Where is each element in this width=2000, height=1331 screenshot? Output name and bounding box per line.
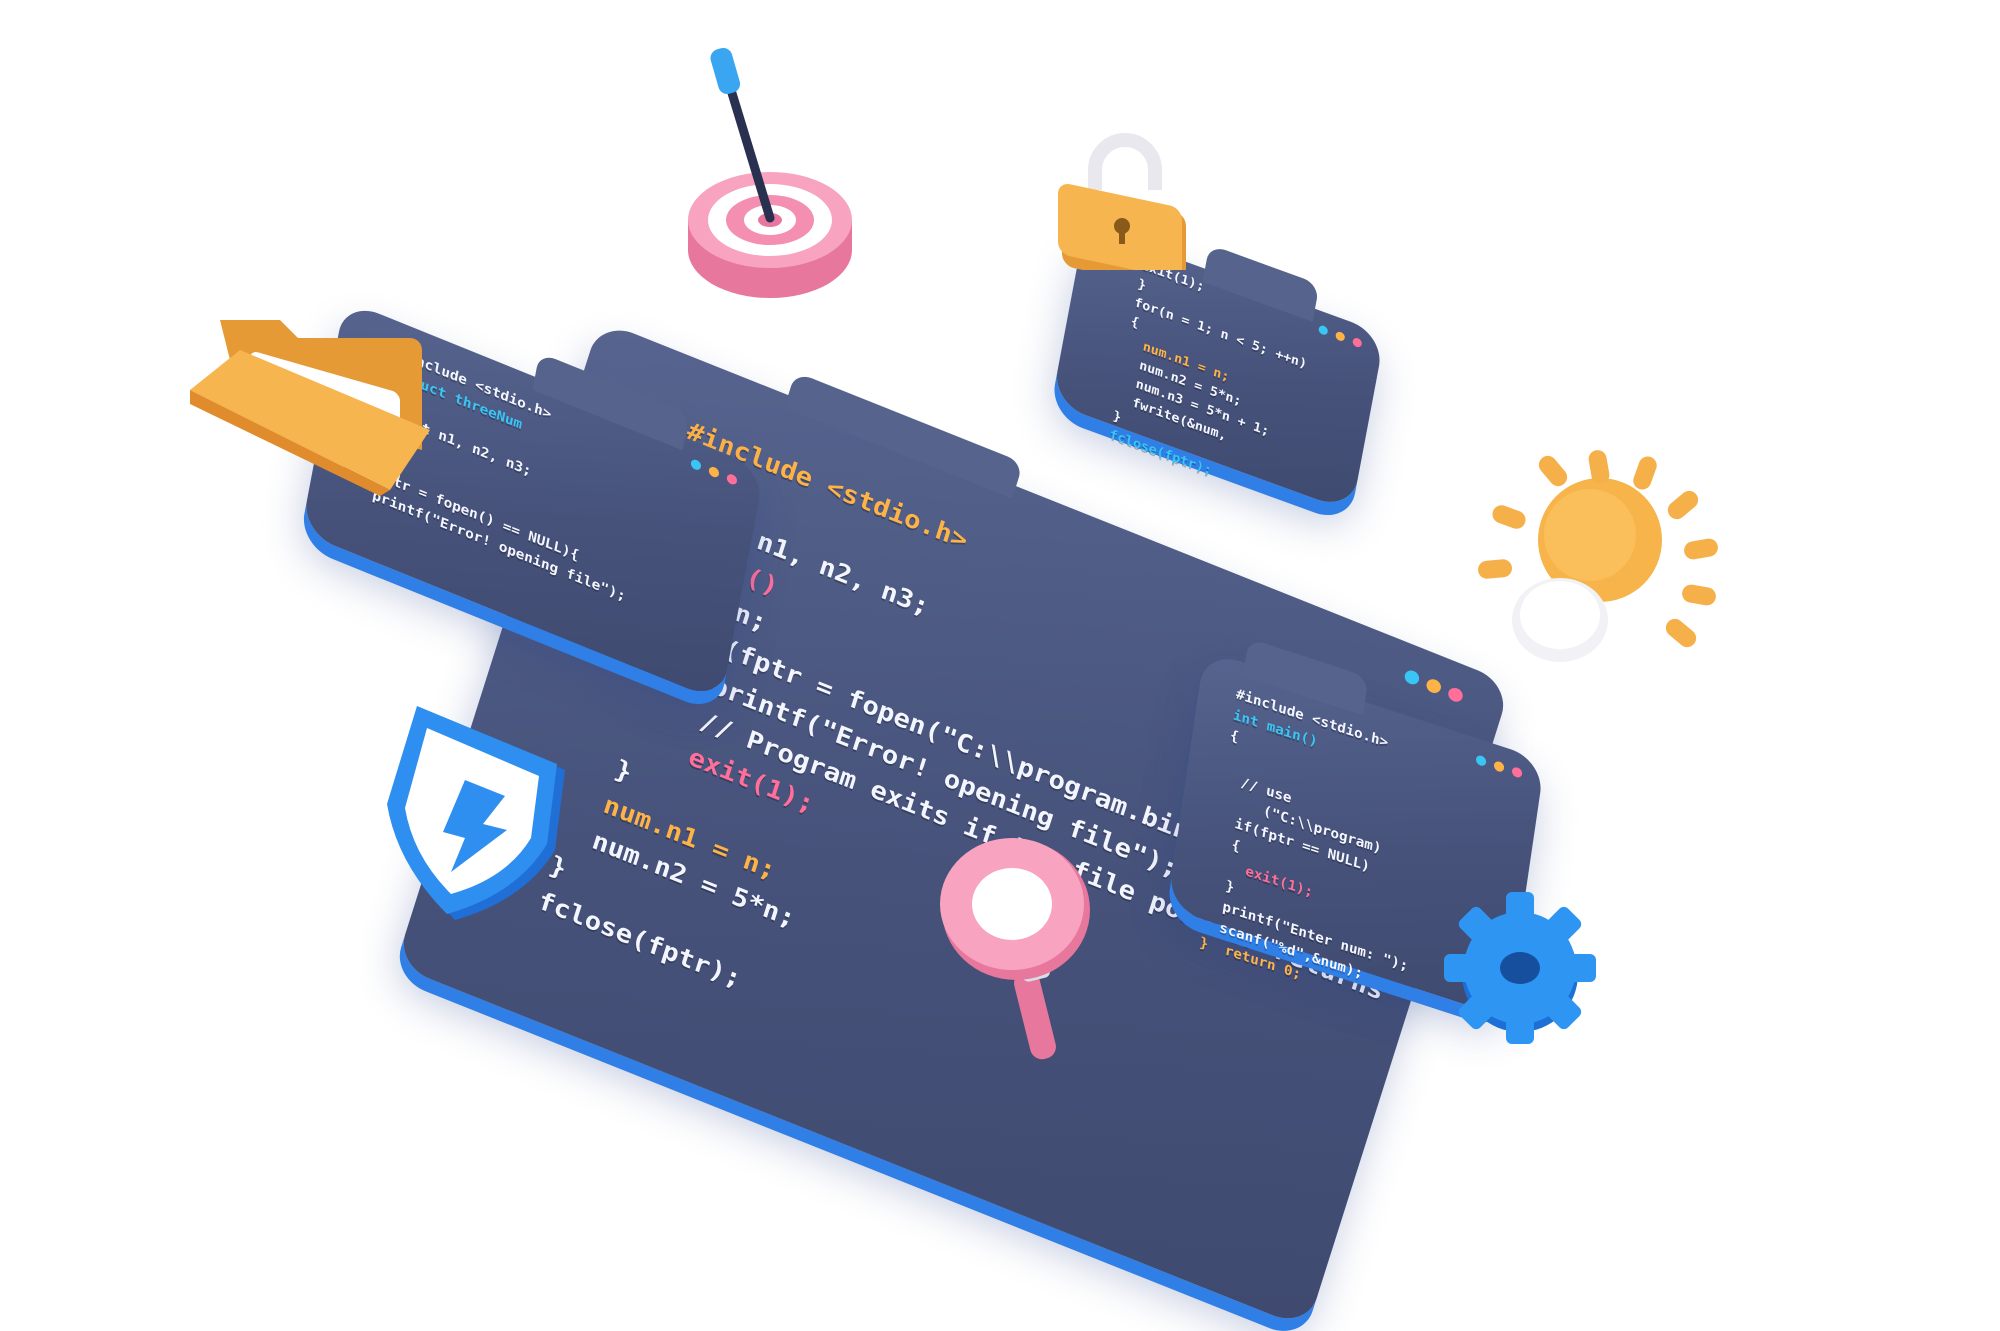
shield-icon — [387, 706, 565, 920]
target-icon — [688, 47, 852, 298]
gear-icon — [1444, 892, 1596, 1044]
window-controls — [1475, 754, 1523, 779]
magnifier-icon — [940, 838, 1090, 1060]
lightbulb-icon — [1478, 450, 1718, 662]
illustration-scene: #include <stdio.h>{ int n1, n2, n3;} mai… — [0, 0, 2000, 1329]
window-controls — [1317, 324, 1363, 349]
window-controls — [690, 458, 738, 486]
lock-icon — [1058, 133, 1186, 270]
folder-icon — [190, 320, 430, 496]
